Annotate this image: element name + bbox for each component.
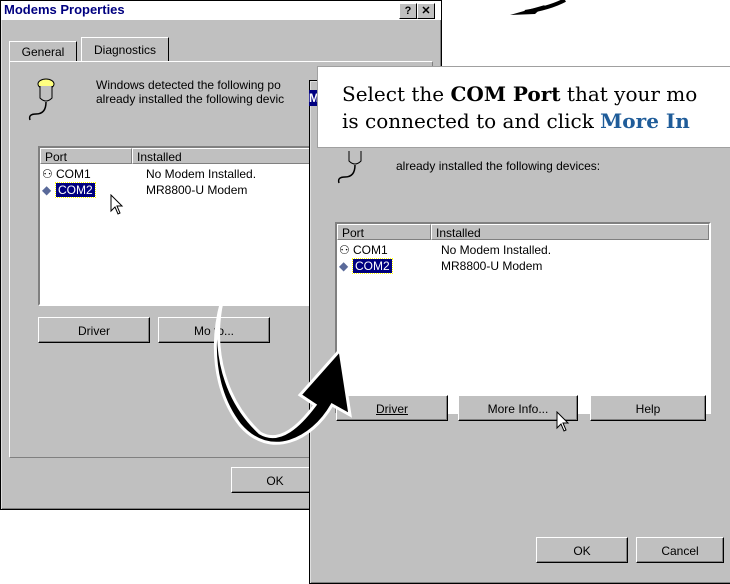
tab-general[interactable]: General [9, 41, 77, 62]
help-button[interactable]: Help [590, 395, 706, 421]
installed-value: MR8800-U Modem [146, 183, 248, 197]
port-name-selected: COM2 [55, 182, 96, 198]
port-list-front[interactable]: Port Installed ⚇ COM1 No Modem Installed.… [335, 222, 711, 414]
column-header-installed[interactable]: Installed [431, 224, 709, 240]
installed-value: No Modem Installed. [146, 167, 257, 181]
column-header-port[interactable]: Port [337, 224, 431, 240]
modem-plug-icon [28, 78, 55, 121]
instruction-callout: Select the COM Port that your mo is conn… [317, 66, 730, 148]
list-row-com2[interactable]: ◆ COM2 MR8800-U Modem [339, 258, 707, 274]
close-button[interactable]: ✕ [417, 3, 435, 19]
list-row-com1[interactable]: ⚇ COM1 No Modem Installed. [339, 242, 707, 258]
help-button[interactable]: ? [399, 3, 417, 19]
info-line-1: Windows detected the following po [96, 78, 281, 92]
installed-value: No Modem Installed. [441, 243, 552, 257]
title-bar: Modems Properties ? ✕ [1, 1, 441, 20]
modems-properties-window-front: Port Installed ⚇ COM1 No Modem Installed.… [309, 80, 730, 584]
curved-arrow-icon [213, 262, 352, 445]
ok-button[interactable]: OK [536, 537, 628, 563]
modem-plug-icon [337, 151, 362, 184]
callout-line-1: Select the COM Port that your mo [342, 82, 698, 106]
window-title: Modems Properties [4, 2, 125, 17]
info-line-2: already installed the following devices: [396, 159, 601, 173]
tab-diagnostics[interactable]: Diagnostics [81, 37, 169, 62]
callout-line-2: is connected to and click More In [342, 109, 690, 133]
mouse-cursor-icon [110, 194, 124, 215]
column-header-port[interactable]: Port [40, 148, 132, 164]
driver-button[interactable]: Driver [38, 317, 150, 343]
serial-port-icon: ⚇ [42, 167, 53, 181]
modem-icon: ◆ [42, 183, 52, 197]
cancel-button[interactable]: Cancel [636, 537, 724, 563]
pointer-arrow-top [510, 0, 566, 15]
ok-button[interactable]: OK [231, 467, 319, 493]
info-line-2: already installed the following devic [96, 92, 285, 106]
port-name: COM1 [56, 167, 91, 181]
installed-value: MR8800-U Modem [441, 259, 543, 273]
mouse-cursor-icon [556, 411, 570, 432]
